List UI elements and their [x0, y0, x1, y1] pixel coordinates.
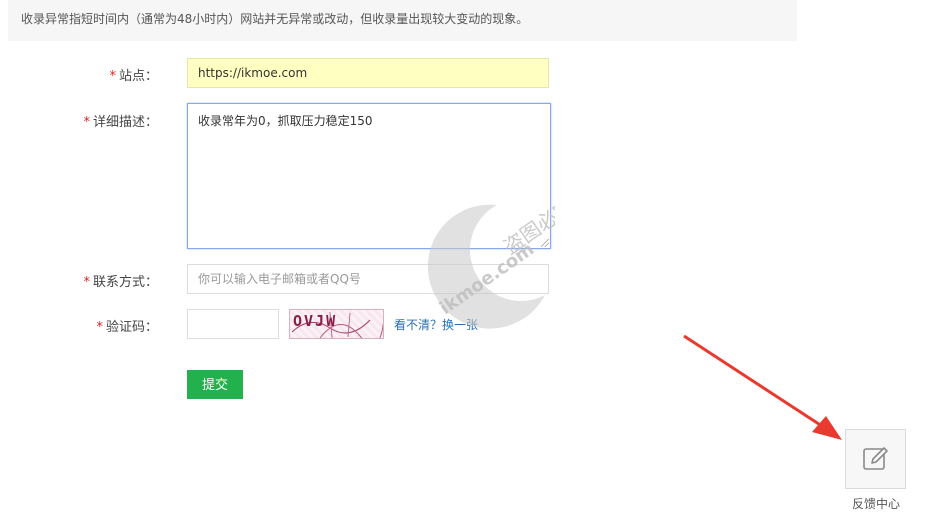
resize-handle[interactable]: [541, 239, 549, 247]
feedback-center-label[interactable]: 反馈中心: [836, 495, 916, 512]
captcha-image[interactable]: OVJW: [289, 309, 384, 339]
description-text: 收录常年为0，抓取压力稳定150: [198, 114, 373, 128]
site-label: * 站点：: [109, 69, 158, 84]
feedback-form-page: 收录异常指短时间内（通常为48小时内）网站并无异常或改动，但收录量出现较大变动的…: [0, 0, 935, 514]
submit-button[interactable]: 提交: [187, 370, 243, 399]
required-mark: *: [96, 320, 103, 335]
description-textarea[interactable]: 收录常年为0，抓取压力稳定150: [187, 103, 551, 249]
refresh-captcha-link[interactable]: 看不清？换一张: [394, 316, 478, 333]
contact-input[interactable]: 你可以输入电子邮箱或者QQ号: [187, 264, 549, 294]
description-label: * 详细描述：: [83, 115, 158, 130]
required-mark: *: [83, 115, 90, 130]
required-mark: *: [83, 275, 90, 290]
site-input[interactable]: https://ikmoe.com: [187, 58, 549, 88]
contact-label: * 联系方式：: [83, 275, 158, 290]
captcha-input[interactable]: [187, 309, 279, 339]
red-arrow-annotation: [683, 334, 842, 440]
required-mark: *: [109, 69, 116, 84]
captcha-label: * 验证码：: [96, 320, 158, 335]
notice-banner: 收录异常指短时间内（通常为48小时内）网站并无异常或改动，但收录量出现较大变动的…: [8, 0, 797, 41]
edit-icon: [863, 447, 888, 470]
feedback-center-button[interactable]: [845, 429, 906, 489]
captcha-text: OVJW: [293, 312, 338, 330]
